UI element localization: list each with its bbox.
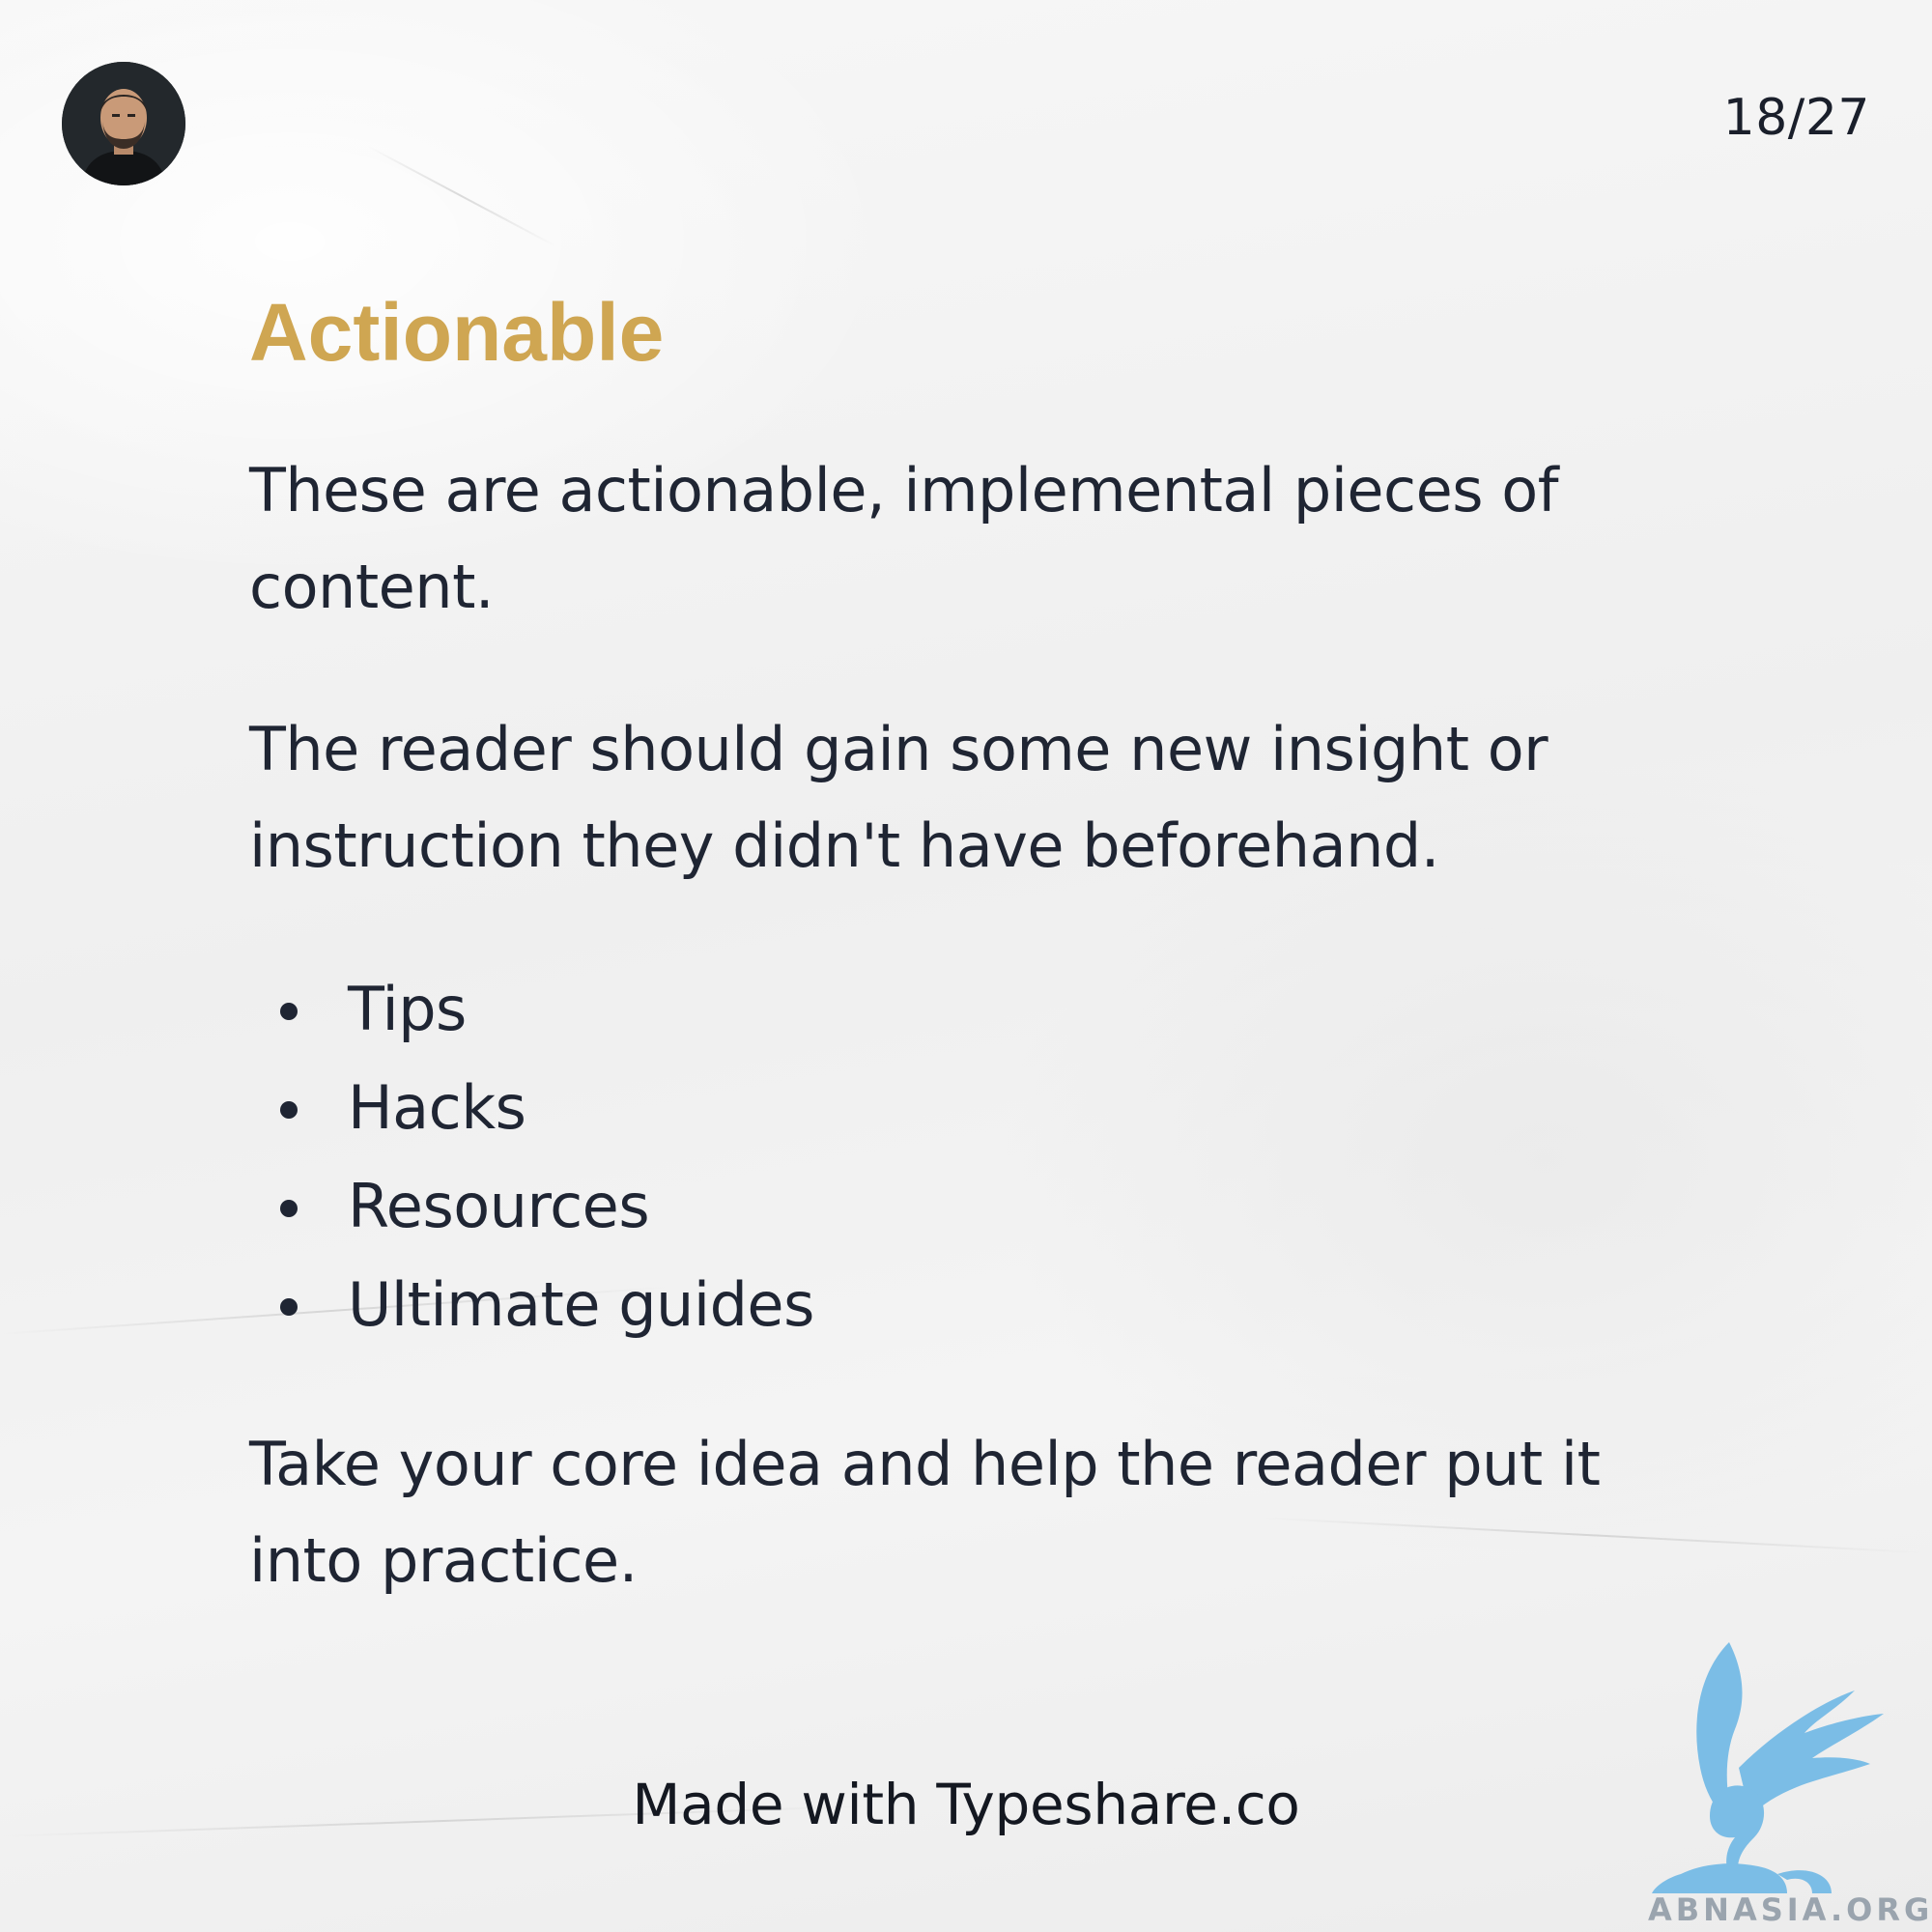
watermark-text: ABNASIA.ORG bbox=[1648, 1891, 1932, 1928]
second-paragraph: The reader should gain some new insight … bbox=[249, 714, 1548, 882]
list-item: Ultimate guides bbox=[249, 1256, 1650, 1354]
paper-crease bbox=[366, 145, 555, 247]
list-item: Hacks bbox=[249, 1059, 1650, 1157]
list-item: Resources bbox=[249, 1157, 1650, 1256]
bullet-dot-icon bbox=[280, 1003, 298, 1021]
list-item-label: Ultimate guides bbox=[348, 1269, 814, 1341]
closing-paragraph: Take your core idea and help the reader … bbox=[249, 1429, 1601, 1597]
list-item-label: Tips bbox=[348, 974, 467, 1045]
avatar bbox=[62, 62, 185, 185]
page-counter: 18/27 bbox=[1722, 89, 1870, 147]
list-item: Tips bbox=[249, 960, 1650, 1059]
page-title: Actionable bbox=[249, 287, 665, 378]
content-types-list: Tips Hacks Resources Ultimate guides bbox=[249, 960, 1650, 1354]
author-avatar-photo bbox=[62, 62, 185, 185]
list-item-label: Hacks bbox=[348, 1072, 526, 1144]
list-item-label: Resources bbox=[348, 1171, 650, 1242]
intro-paragraph: These are actionable, implemental pieces… bbox=[249, 455, 1559, 623]
bullet-dot-icon bbox=[280, 1200, 298, 1218]
main-content: Actionable These are actionable, impleme… bbox=[249, 290, 1650, 1675]
griffin-logo-icon bbox=[1652, 1642, 1884, 1893]
bullet-dot-icon bbox=[280, 1298, 298, 1317]
bullet-dot-icon bbox=[280, 1101, 298, 1120]
